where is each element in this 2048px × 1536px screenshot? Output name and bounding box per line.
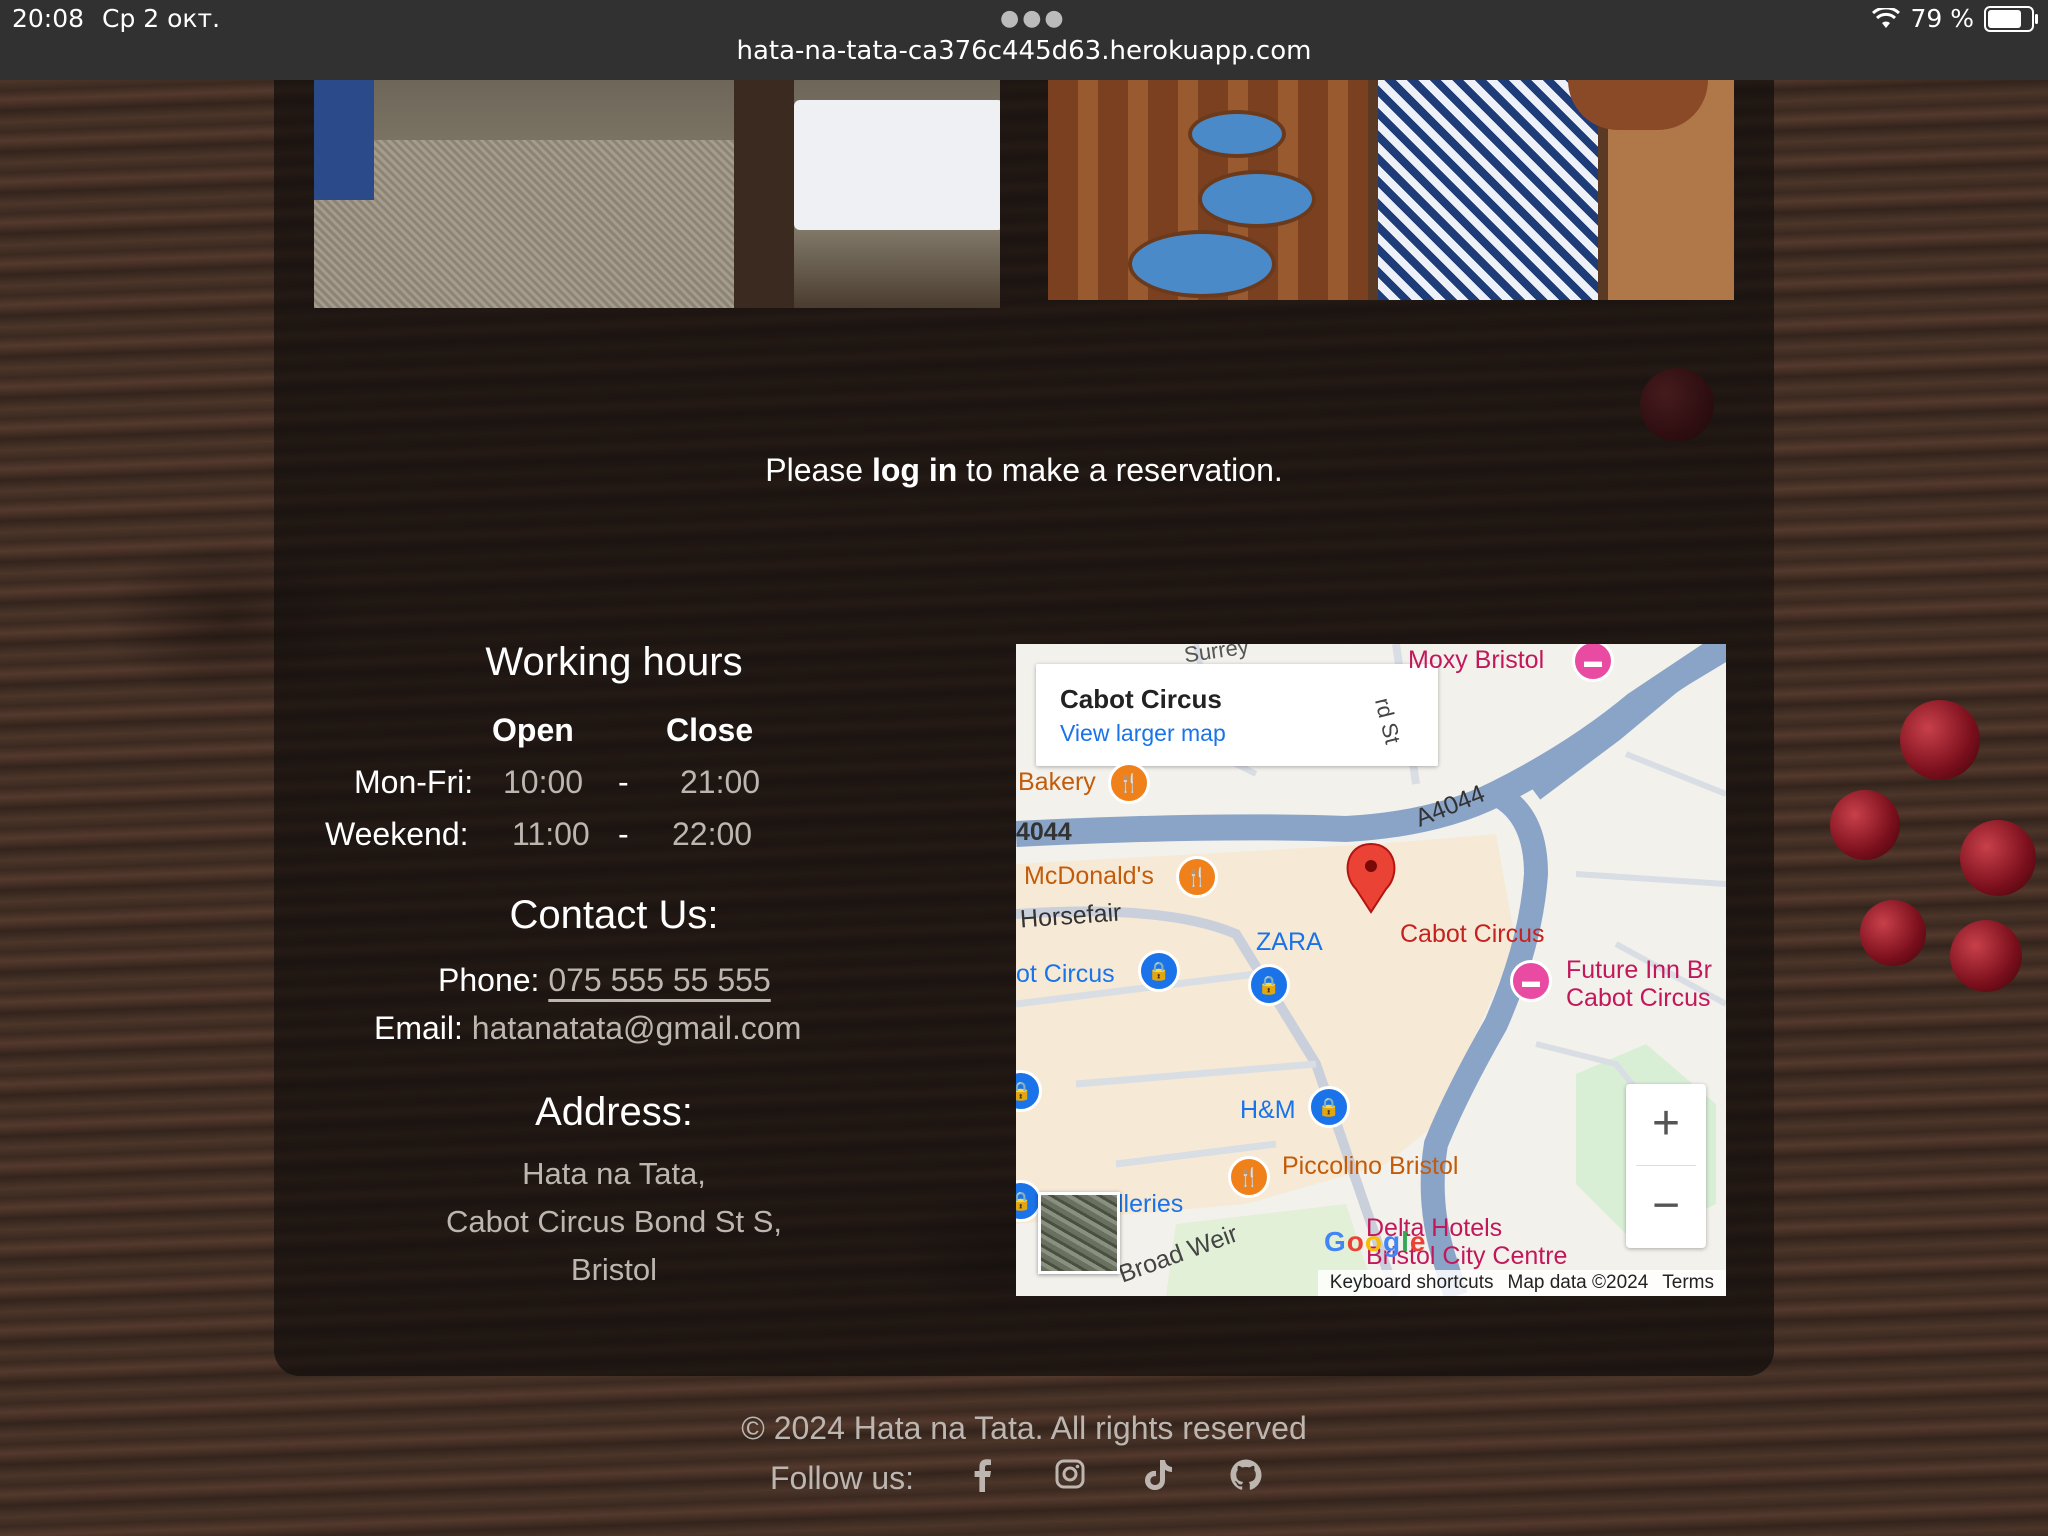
wifi-icon: [1872, 7, 1901, 28]
open-header: Open: [492, 712, 574, 748]
restaurant-photo-2: [1048, 80, 1734, 300]
hours-day: Mon-Fri:: [354, 764, 474, 800]
address-title: Address:: [535, 1090, 693, 1134]
berry-decoration: [1900, 700, 1980, 780]
map-label-hm[interactable]: H&M: [1240, 1096, 1296, 1125]
google-map[interactable]: Cabot Circus View larger map Surrey Moxy…: [1016, 644, 1726, 1296]
terms-link[interactable]: Terms: [1662, 1272, 1714, 1294]
map-label-a4044: 4044: [1016, 818, 1072, 846]
zoom-out-button[interactable]: −: [1626, 1166, 1706, 1246]
status-right: 79 %: [1872, 4, 2038, 33]
instagram-icon[interactable]: [1050, 1458, 1090, 1498]
multitasking-dots-icon[interactable]: ●●●: [1000, 6, 1067, 31]
phone-link[interactable]: 075 555 55 555: [548, 962, 770, 998]
reservation-suffix: to make a reservation.: [957, 452, 1283, 488]
map-label-moxy[interactable]: Moxy Bristol: [1408, 646, 1544, 675]
map-label-mcdonalds[interactable]: McDonald's: [1024, 862, 1154, 891]
map-label-future-inn[interactable]: Cabot Circus: [1566, 984, 1711, 1013]
map-data-text: Map data ©2024: [1507, 1272, 1649, 1293]
hours-open: 10:00: [503, 764, 584, 800]
login-link[interactable]: log in: [872, 452, 957, 488]
berry-decoration: [1960, 820, 2036, 896]
address-bar-url[interactable]: hata-na-tata-ca376c445d63.herokuapp.com: [0, 36, 2048, 66]
github-icon[interactable]: [1226, 1458, 1266, 1498]
status-bar: 20:08 Ср 2 окт. ●●● hata-na-tata-ca376c4…: [0, 0, 2048, 80]
restaurant-icon[interactable]: 🍴: [1108, 762, 1150, 804]
map-card-title: Cabot Circus: [1060, 684, 1222, 714]
satellite-toggle[interactable]: [1038, 1192, 1120, 1274]
footer-copyright: © 2024 Hata na Tata. All rights reserved: [741, 1410, 1307, 1446]
keyboard-shortcuts-link[interactable]: Keyboard shortcuts: [1330, 1272, 1494, 1294]
tiktok-icon[interactable]: [1138, 1458, 1178, 1498]
address-line: Hata na Tata,: [522, 1156, 706, 1191]
follow-label: Follow us:: [770, 1459, 915, 1496]
shopping-bag-icon[interactable]: 🔒: [1138, 950, 1180, 992]
map-label-galleries[interactable]: lleries: [1118, 1190, 1183, 1219]
hours-close: 22:00: [672, 816, 753, 852]
reservation-prefix: Please: [765, 452, 872, 488]
hours-day: Weekend:: [325, 816, 469, 852]
email-label: Email:: [374, 1010, 463, 1046]
phone-line: Phone: 075 555 55 555: [438, 962, 771, 999]
google-logo: Google: [1324, 1226, 1427, 1257]
shopping-bag-icon[interactable]: 🔒: [1308, 1086, 1350, 1128]
working-hours-title: Working hours: [485, 640, 743, 684]
zoom-in-button[interactable]: +: [1626, 1084, 1706, 1164]
email-link[interactable]: hatanatata@gmail.com: [472, 1010, 802, 1046]
map-label-piccolino[interactable]: Piccolino Bristol: [1282, 1152, 1458, 1181]
battery-icon: [1984, 5, 2038, 32]
address-line: Cabot Circus Bond St S,: [446, 1204, 782, 1239]
map-label-zara[interactable]: ZARA: [1256, 928, 1323, 957]
address-line: Bristol: [570, 1252, 658, 1287]
contact-title: Contact Us:: [509, 893, 719, 937]
restaurant-photo-1: [314, 80, 1000, 308]
facebook-icon[interactable]: [962, 1458, 1002, 1498]
phone-label: Phone:: [438, 962, 540, 998]
reservation-message: Please log in to make a reservation.: [274, 452, 1774, 489]
restaurant-icon[interactable]: 🍴: [1228, 1156, 1270, 1198]
map-label-cabot-circus[interactable]: Cabot Circus: [1400, 920, 1545, 949]
map-label-cabot-circus-left[interactable]: ot Circus: [1016, 960, 1115, 989]
status-date: Ср 2 окт.: [102, 4, 221, 33]
map-label-bakery[interactable]: Bakery: [1018, 768, 1096, 797]
hours-separator: -: [618, 764, 629, 800]
status-time: 20:08: [12, 4, 85, 33]
hours-close: 21:00: [680, 764, 761, 800]
berry-decoration: [1860, 900, 1926, 966]
footer-follow: Follow us:: [770, 1458, 1266, 1498]
berry-decoration: [1830, 790, 1900, 860]
map-label-future-inn[interactable]: Future Inn Br: [1566, 956, 1712, 985]
hotel-icon[interactable]: ▬: [1510, 960, 1552, 1002]
restaurant-icon[interactable]: 🍴: [1176, 856, 1218, 898]
email-line: Email: hatanatata@gmail.com: [374, 1010, 801, 1047]
hours-separator: -: [618, 816, 629, 852]
hours-open: 11:00: [512, 816, 590, 852]
battery-percent: 79 %: [1910, 4, 1974, 33]
map-zoom-control: + −: [1626, 1084, 1706, 1248]
map-attribution: Keyboard shortcuts Map data ©2024 Terms: [1317, 1270, 1726, 1296]
view-larger-map-link[interactable]: View larger map: [1060, 720, 1226, 747]
berry-decoration: [1950, 920, 2022, 992]
shopping-bag-icon[interactable]: 🔒: [1248, 964, 1290, 1006]
close-header: Close: [666, 712, 754, 748]
